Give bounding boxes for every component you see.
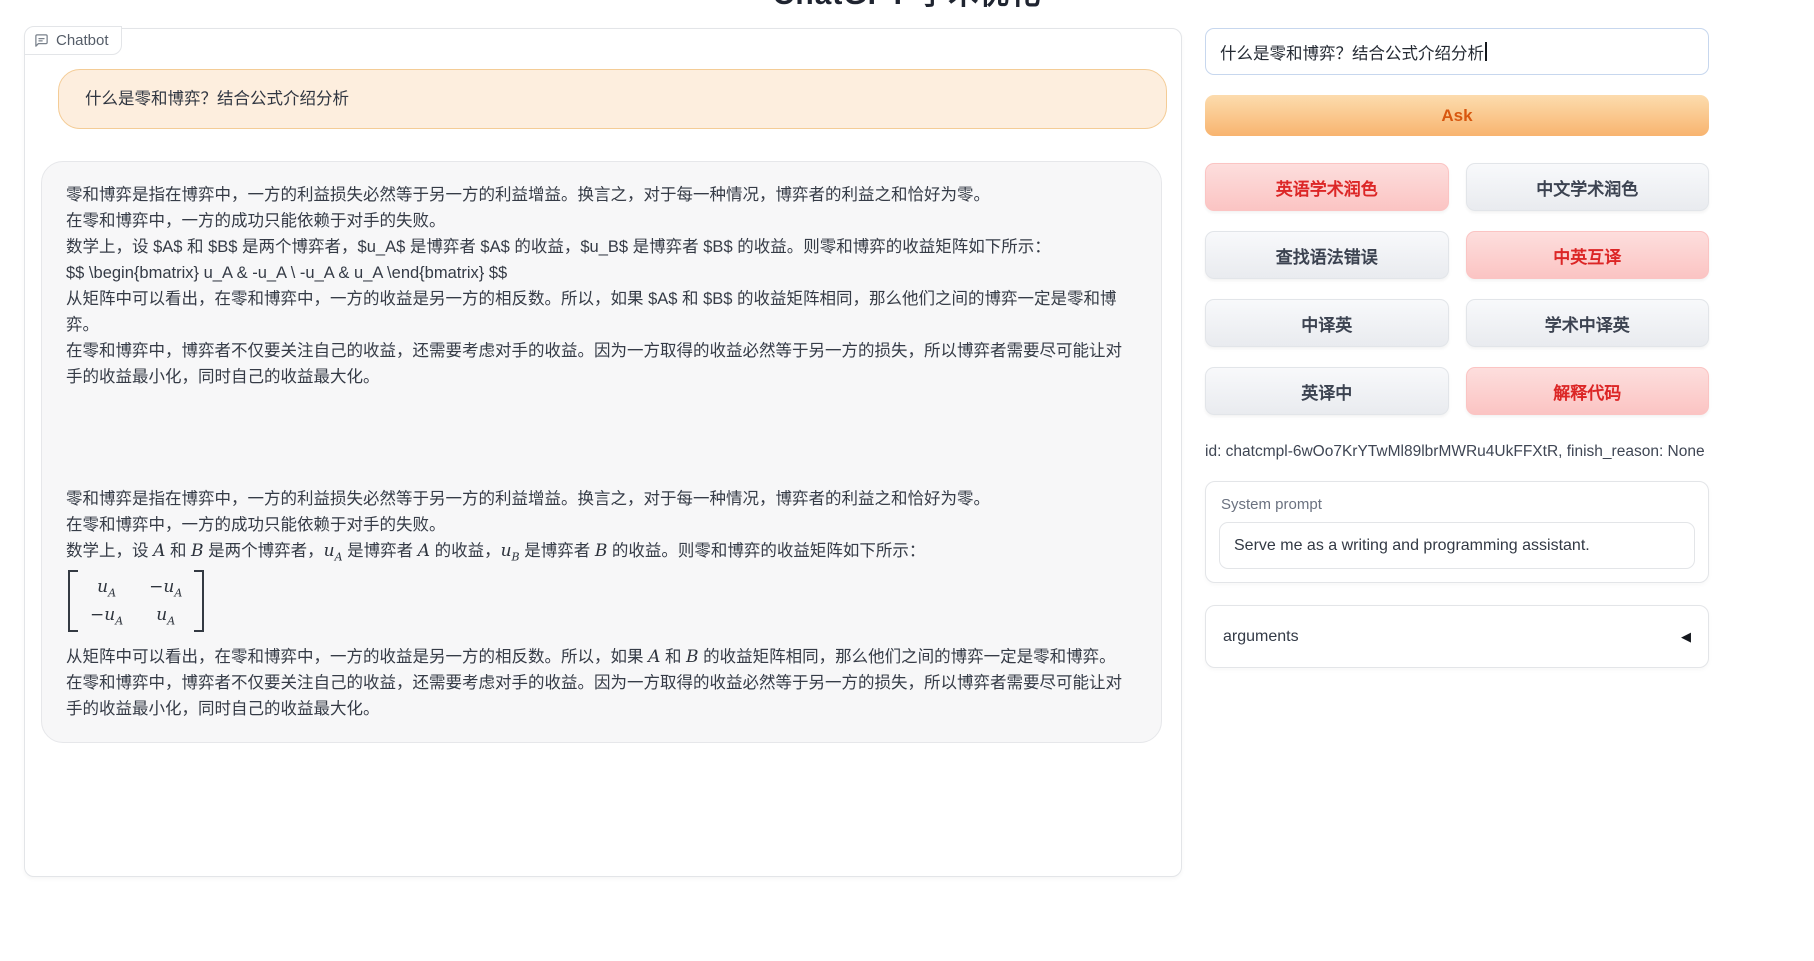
inline-math: uB [501,541,520,561]
message-line: 零和博弈是指在博弈中，一方的利益损失必然等于另一方的利益增益。换言之，对于每一种… [66,486,1137,512]
btn-chinese-academic-polish[interactable]: 中文学术润色 [1466,163,1710,211]
inline-math: B [686,647,699,667]
message-line: 在零和博弈中，一方的成功只能依赖于对手的失败。 [66,208,1137,234]
btn-explain-code[interactable]: 解释代码 [1466,367,1710,415]
user-message-bubble: 什么是零和博弈？结合公式介绍分析 [58,69,1167,129]
message-line: 从矩阵中可以看出，在零和博弈中，一方的收益是另一方的相反数。所以，如果 A 和 … [66,644,1137,670]
text-cursor [1485,42,1487,61]
arguments-accordion[interactable]: arguments ◀ [1205,605,1709,668]
question-input[interactable]: 什么是零和博弈？结合公式介绍分析 [1205,28,1709,75]
message-line: 在零和博弈中，博弈者不仅要关注自己的收益，还需要考虑对手的收益。因为一方取得的收… [66,670,1137,722]
assistant-message-bubble: 零和博弈是指在博弈中，一方的利益损失必然等于另一方的利益增益。换言之，对于每一种… [41,161,1162,743]
chat-bubble-icon [34,33,49,48]
chatbot-label: Chatbot [24,26,122,55]
btn-find-grammar-errors[interactable]: 查找语法错误 [1205,231,1449,279]
message-line: uA −uA −uA uA [68,570,1137,640]
system-prompt-group: System prompt Serve me as a writing and … [1205,481,1709,583]
system-prompt-input[interactable]: Serve me as a writing and programming as… [1219,522,1695,569]
inline-math: A [418,541,430,561]
message-line: 在零和博弈中，博弈者不仅要关注自己的收益，还需要考虑对手的收益。因为一方取得的收… [66,338,1137,390]
rendered-matrix: uA −uA −uA uA [68,570,204,632]
inline-math: B [191,541,204,561]
arguments-accordion-label: arguments [1223,628,1299,646]
inline-math: A [153,541,165,561]
message-line: 数学上，设 A 和 B 是两个博弈者，uA 是博弈者 A 的收益，uB 是博弈者… [66,538,1137,564]
message-line: $$ \begin{bmatrix} u_A & -u_A \ -u_A & u… [66,260,1137,286]
btn-english-academic-polish[interactable]: 英语学术润色 [1205,163,1449,211]
message-line: 数学上，设 $A$ 和 $B$ 是两个博弈者，$u_A$ 是博弈者 $A$ 的收… [66,234,1137,260]
accordion-collapse-icon: ◀ [1681,629,1691,645]
controls-column: 什么是零和博弈？结合公式介绍分析 Ask 英语学术润色中文学术润色查找语法错误中… [1205,28,1709,668]
inline-math: −uA [149,577,182,597]
inline-math: uA [324,541,343,561]
btn-academic-zh-to-en[interactable]: 学术中译英 [1466,299,1710,347]
btn-en-to-zh[interactable]: 英译中 [1205,367,1449,415]
inline-math: A [648,647,660,667]
inline-math: uA [97,577,116,597]
inline-math: −uA [90,605,123,625]
page-title-clipped: ChatGPT 学术优化 [0,0,1814,13]
app-container: Chatbot 什么是零和博弈？结合公式介绍分析 零和博弈是指在博弈中，一方的利… [24,28,1709,877]
message-line: 零和博弈是指在博弈中，一方的利益损失必然等于另一方的利益增益。换言之，对于每一种… [66,182,1137,208]
message-blank-gap [66,390,1137,486]
message-line: 从矩阵中可以看出，在零和博弈中，一方的收益是另一方的相反数。所以，如果 $A$ … [66,286,1137,338]
status-line: id: chatcmpl-6wOo7KrYTwMl89lbrMWRu4UkFFX… [1205,443,1709,461]
function-button-grid: 英语学术润色中文学术润色查找语法错误中英互译中译英学术中译英英译中解释代码 [1205,163,1709,415]
question-input-value: 什么是零和博弈？结合公式介绍分析 [1220,40,1484,64]
chatbot-label-text: Chatbot [56,32,109,49]
btn-zh-to-en[interactable]: 中译英 [1205,299,1449,347]
system-prompt-label: System prompt [1221,496,1695,513]
chatbot-panel: Chatbot 什么是零和博弈？结合公式介绍分析 零和博弈是指在博弈中，一方的利… [24,28,1182,877]
inline-math: uA [156,605,175,625]
inline-math: B [595,541,608,561]
message-line: 在零和博弈中，一方的成功只能依赖于对手的失败。 [66,512,1137,538]
chat-messages: 什么是零和博弈？结合公式介绍分析 零和博弈是指在博弈中，一方的利益损失必然等于另… [25,29,1181,876]
btn-zh-en-mutual-translation[interactable]: 中英互译 [1466,231,1710,279]
ask-button[interactable]: Ask [1205,95,1709,136]
